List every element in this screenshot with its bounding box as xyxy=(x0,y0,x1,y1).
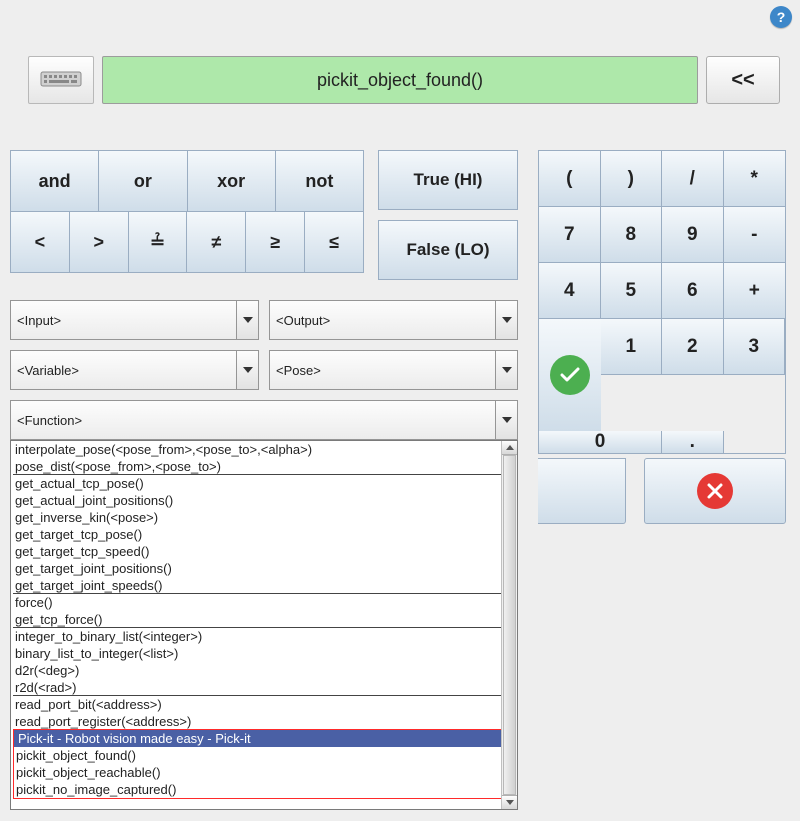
key-6[interactable]: 6 xyxy=(662,263,724,319)
not-equal-button[interactable]: ≠ xyxy=(187,212,246,272)
xor-button[interactable]: xor xyxy=(188,151,276,211)
scroll-down-icon[interactable] xyxy=(502,795,517,809)
ok-button[interactable] xyxy=(539,319,601,431)
chevron-down-icon xyxy=(495,401,517,439)
function-item[interactable]: get_tcp_force() xyxy=(13,611,515,628)
scrollbar[interactable] xyxy=(501,441,517,809)
scroll-thumb[interactable] xyxy=(503,455,516,795)
multiply-button[interactable]: * xyxy=(724,151,786,207)
output-dropdown-label: <Output> xyxy=(276,313,330,328)
panel-edge xyxy=(538,458,626,524)
function-item[interactable]: get_actual_tcp_pose() xyxy=(13,475,515,492)
less-than-button[interactable]: < xyxy=(11,212,70,272)
close-icon xyxy=(697,473,733,509)
function-item[interactable]: integer_to_binary_list(<integer>) xyxy=(13,628,515,645)
function-item[interactable]: interpolate_pose(<pose_from>,<pose_to>,<… xyxy=(13,441,515,458)
function-item[interactable]: d2r(<deg>) xyxy=(13,662,515,679)
not-button[interactable]: not xyxy=(276,151,363,211)
input-dropdown-label: <Input> xyxy=(17,313,61,328)
chevron-down-icon xyxy=(495,351,517,389)
key-3[interactable]: 3 xyxy=(724,319,786,375)
dot-button[interactable]: . xyxy=(662,431,724,453)
function-item[interactable]: r2d(<rad>) xyxy=(13,679,515,696)
check-icon xyxy=(550,355,590,395)
pose-dropdown[interactable]: <Pose> xyxy=(269,350,518,390)
cancel-button[interactable] xyxy=(644,458,786,524)
function-item[interactable]: read_port_bit(<address>) xyxy=(13,696,515,713)
key-4[interactable]: 4 xyxy=(539,263,601,319)
function-item[interactable]: pose_dist(<pose_from>,<pose_to>) xyxy=(13,458,515,475)
key-2[interactable]: 2 xyxy=(662,319,724,375)
scroll-up-icon[interactable] xyxy=(502,441,517,455)
key-0[interactable]: 0 xyxy=(539,431,662,453)
function-group-header[interactable]: Pick-it - Robot vision made easy - Pick-… xyxy=(14,730,514,747)
greater-than-button[interactable]: > xyxy=(70,212,129,272)
help-icon[interactable]: ? xyxy=(770,6,792,28)
divide-button[interactable]: / xyxy=(662,151,724,207)
output-dropdown[interactable]: <Output> xyxy=(269,300,518,340)
greater-equal-button[interactable]: ≥ xyxy=(246,212,305,272)
variable-dropdown-label: <Variable> xyxy=(17,363,79,378)
variable-dropdown[interactable]: <Variable> xyxy=(10,350,259,390)
minus-button[interactable]: - xyxy=(724,207,786,263)
true-button[interactable]: True (HI) xyxy=(378,150,518,210)
numpad: ( ) / * 7 8 9 - 4 5 6 + 1 2 3 0 . xyxy=(538,150,786,454)
key-8[interactable]: 8 xyxy=(601,207,663,263)
function-item[interactable]: get_inverse_kin(<pose>) xyxy=(13,509,515,526)
boolean-block: True (HI) False (LO) xyxy=(378,150,518,280)
plus-button[interactable]: + xyxy=(724,263,786,319)
less-equal-button[interactable]: ≤ xyxy=(305,212,363,272)
logic-block: and or xor not < > ≟ ≠ ≥ ≤ xyxy=(10,150,364,273)
function-item[interactable]: read_port_register(<address>) xyxy=(13,713,515,730)
lparen-button[interactable]: ( xyxy=(539,151,601,207)
key-5[interactable]: 5 xyxy=(601,263,663,319)
key-1[interactable]: 1 xyxy=(601,319,663,375)
function-list: interpolate_pose(<pose_from>,<pose_to>,<… xyxy=(10,440,518,810)
function-item[interactable]: get_target_joint_positions() xyxy=(13,560,515,577)
pose-dropdown-label: <Pose> xyxy=(276,363,321,378)
keyboard-icon xyxy=(40,68,82,93)
rparen-button[interactable]: ) xyxy=(601,151,663,207)
and-button[interactable]: and xyxy=(11,151,99,211)
function-item[interactable]: get_target_tcp_speed() xyxy=(13,543,515,560)
function-item[interactable]: pickit_no_image_captured() xyxy=(14,781,514,798)
key-7[interactable]: 7 xyxy=(539,207,601,263)
false-button[interactable]: False (LO) xyxy=(378,220,518,280)
input-dropdown[interactable]: <Input> xyxy=(10,300,259,340)
keyboard-button[interactable] xyxy=(28,56,94,104)
or-button[interactable]: or xyxy=(99,151,187,211)
function-item[interactable]: force() xyxy=(13,594,515,611)
function-dropdown[interactable]: <Function> xyxy=(10,400,518,440)
expression-text: pickit_object_found() xyxy=(317,70,483,91)
key-9[interactable]: 9 xyxy=(662,207,724,263)
function-item[interactable]: pickit_object_reachable() xyxy=(14,764,514,781)
function-item[interactable]: get_target_tcp_pose() xyxy=(13,526,515,543)
function-item[interactable]: get_actual_joint_positions() xyxy=(13,492,515,509)
function-dropdown-label: <Function> xyxy=(17,413,82,428)
function-item[interactable]: get_target_joint_speeds() xyxy=(13,577,515,594)
function-item[interactable]: pickit_object_found() xyxy=(14,747,514,764)
chevron-down-icon xyxy=(236,301,258,339)
function-item[interactable]: binary_list_to_integer(<list>) xyxy=(13,645,515,662)
expression-field[interactable]: pickit_object_found() xyxy=(102,56,698,104)
backspace-button[interactable]: << xyxy=(706,56,780,104)
question-equal-button[interactable]: ≟ xyxy=(129,212,188,272)
chevron-down-icon xyxy=(495,301,517,339)
chevron-down-icon xyxy=(236,351,258,389)
